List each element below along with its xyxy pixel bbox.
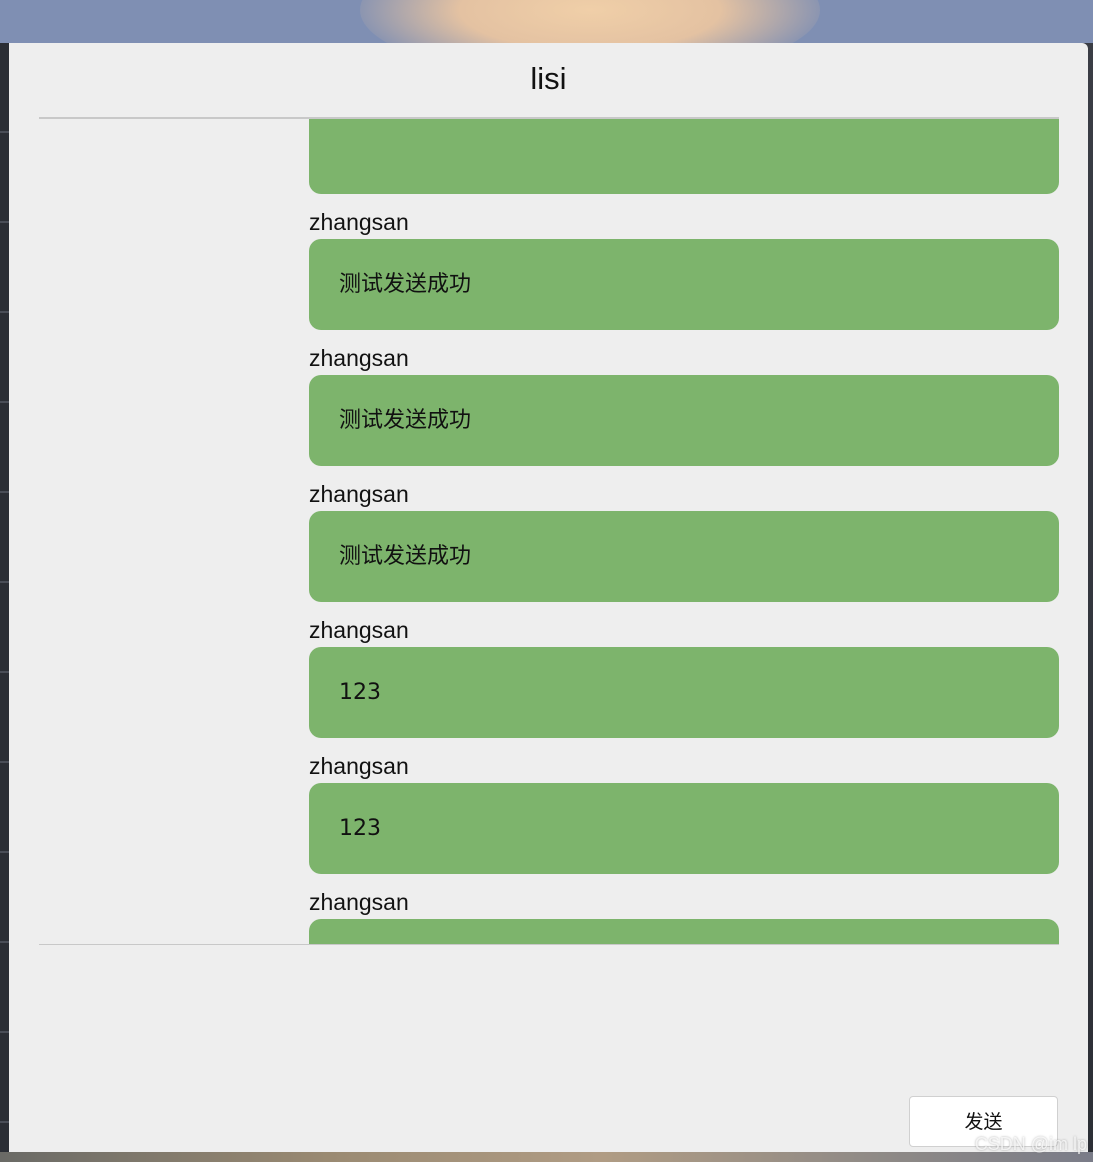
message-sender: zhangsan — [309, 753, 409, 779]
message-sender: zhangsan — [309, 345, 409, 371]
message-item: zhangsan 测试发送成功 — [309, 209, 1059, 345]
message-sender: zhangsan — [309, 209, 409, 235]
message-bubble: 你好 — [309, 919, 1059, 944]
message-bubble: 测试发送成功 — [309, 239, 1059, 330]
message-list-content: zhangsan 测试发送成功 zhangsan 测试发送成功 zhangsan… — [39, 119, 1059, 944]
message-item: zhangsan 123 — [309, 753, 1059, 889]
message-item: zhangsan 测试发送成功 — [309, 481, 1059, 617]
message-bubble — [309, 119, 1059, 194]
message-sender: zhangsan — [309, 617, 409, 643]
background-window-edge — [0, 43, 9, 1152]
message-bubble: 测试发送成功 — [309, 375, 1059, 466]
message-item: zhangsan 123 — [309, 617, 1059, 753]
message-item: zhangsan 测试发送成功 — [309, 345, 1059, 481]
message-sender: zhangsan — [309, 481, 409, 507]
message-item — [309, 119, 1059, 209]
chat-title: lisi — [530, 61, 567, 96]
message-bubble: 测试发送成功 — [309, 511, 1059, 602]
message-list[interactable]: zhangsan 测试发送成功 zhangsan 测试发送成功 zhangsan… — [39, 117, 1059, 945]
message-bubble: 123 — [309, 647, 1059, 738]
message-bubble: 123 — [309, 783, 1059, 874]
wallpaper-bottom-strip — [0, 1152, 1093, 1162]
message-sender: zhangsan — [309, 889, 409, 915]
chat-window: lisi zhangsan 测试发送成功 zhangsan 测试发送成功 zha… — [9, 43, 1088, 1152]
message-item: zhangsan 你好 — [309, 889, 1059, 944]
watermark: CSDN @im lp — [974, 1134, 1087, 1154]
